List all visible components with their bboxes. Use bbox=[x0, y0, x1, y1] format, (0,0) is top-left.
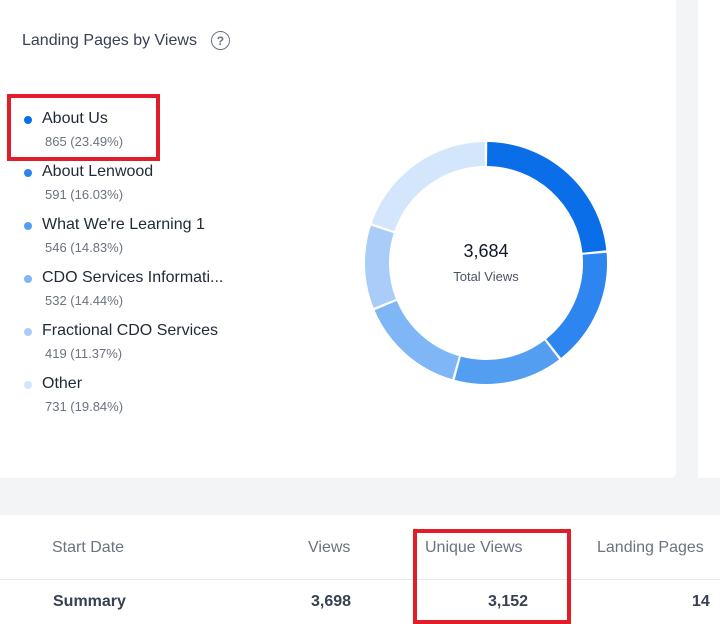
legend-value: 591 (16.03%) bbox=[45, 187, 124, 202]
legend-dot bbox=[24, 328, 32, 336]
donut-total-value: 3,684 bbox=[463, 241, 509, 261]
donut-slice[interactable] bbox=[371, 142, 486, 232]
table-row: Summary 3,698 3,152 14 bbox=[0, 580, 720, 624]
summary-label: Summary bbox=[53, 593, 126, 610]
legend-label: What We're Learning 1 bbox=[42, 216, 205, 233]
legend-value: 546 (14.83%) bbox=[45, 240, 124, 255]
summary-views: 3,698 bbox=[311, 593, 352, 610]
legend-dot bbox=[24, 275, 32, 283]
legend-label: Fractional CDO Services bbox=[42, 322, 219, 339]
donut-slice[interactable] bbox=[545, 252, 607, 358]
donut-slice[interactable] bbox=[374, 300, 460, 380]
legend-label: Other bbox=[42, 375, 83, 392]
legend-item[interactable]: CDO Services Informati... 532 (14.44%) bbox=[22, 269, 223, 322]
table-header: Start Date Views Unique Views Landing Pa… bbox=[0, 515, 720, 580]
donut-slice[interactable] bbox=[365, 225, 397, 308]
summary-landing-pages: 14 bbox=[692, 593, 710, 610]
legend-label: About Lenwood bbox=[42, 163, 154, 180]
col-views[interactable]: Views bbox=[308, 539, 350, 557]
question-circle-icon[interactable]: ? bbox=[210, 31, 230, 50]
legend-item[interactable]: What We're Learning 1 546 (14.83%) bbox=[22, 216, 223, 269]
highlight-box-about-us bbox=[7, 94, 160, 161]
donut-slice[interactable] bbox=[454, 340, 560, 384]
donut-chart bbox=[365, 142, 607, 384]
views-table: Start Date Views Unique Views Landing Pa… bbox=[0, 515, 720, 624]
landing-pages-card: Landing Pages by Views ? About Us 865 (2… bbox=[0, 0, 676, 478]
donut-total-label: Total Views bbox=[453, 269, 519, 284]
legend-item[interactable]: Fractional CDO Services 419 (11.37%) bbox=[22, 322, 223, 375]
legend-item[interactable]: About Lenwood 591 (16.03%) bbox=[22, 163, 223, 216]
col-start-date[interactable]: Start Date bbox=[52, 539, 124, 557]
legend-dot bbox=[24, 381, 32, 389]
legend-item[interactable]: Other 731 (19.84%) bbox=[22, 375, 223, 428]
legend-value: 419 (11.37%) bbox=[45, 346, 123, 361]
card-title: Landing Pages by Views ? bbox=[22, 31, 230, 50]
legend-dot bbox=[24, 169, 32, 177]
legend-value: 731 (19.84%) bbox=[45, 399, 124, 414]
donut-slice[interactable] bbox=[486, 142, 607, 254]
adjacent-panel-edge bbox=[698, 0, 720, 478]
legend-dot bbox=[24, 222, 32, 230]
legend-label: CDO Services Informati... bbox=[42, 269, 224, 286]
legend-value: 532 (14.44%) bbox=[45, 293, 124, 308]
highlight-box-unique-views bbox=[413, 529, 571, 624]
col-landing-pages[interactable]: Landing Pages bbox=[597, 539, 704, 557]
card-title-text: Landing Pages by Views bbox=[22, 31, 197, 49]
